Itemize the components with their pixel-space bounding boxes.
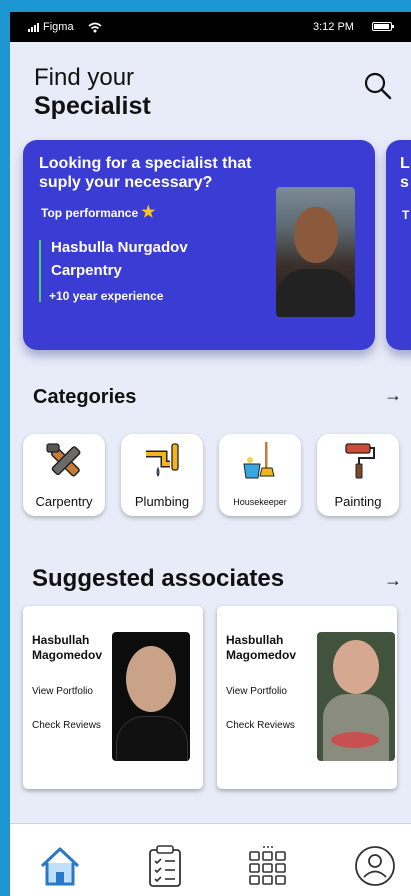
page-title-line2: Specialist <box>34 92 151 120</box>
status-bar: Figma 3:12 PM <box>10 12 411 42</box>
category-plumbing[interactable]: Plumbing <box>121 434 203 516</box>
profile-icon[interactable] <box>353 844 397 888</box>
specialist-trade: Carpentry <box>51 262 122 279</box>
suggested-title: Suggested associates <box>32 565 285 592</box>
associate-photo <box>317 632 395 761</box>
app-screen: Figma 3:12 PM Find your Specialist Looki… <box>10 12 411 896</box>
category-label: Plumbing <box>134 494 190 509</box>
status-time: 3:12 PM <box>313 21 354 33</box>
battery-icon <box>372 22 394 31</box>
associate-card[interactable]: Hasbullah Magomedov View Portfolio Check… <box>217 606 397 789</box>
signal-icon <box>28 22 39 32</box>
specialist-experience: +10 year experience <box>49 289 164 303</box>
associate-name: Hasbullah Magomedov <box>226 633 297 662</box>
category-label: Housekeeper <box>233 497 287 507</box>
category-label: Carpentry <box>35 494 93 509</box>
bottom-nav <box>10 823 411 896</box>
banner-headline: Looking for a specialist that suply your… <box>39 155 252 191</box>
plumbing-icon <box>146 443 179 477</box>
banner-accent-line <box>39 240 41 302</box>
top-performance-label: Top performance <box>41 206 139 220</box>
page-title-line1: Find your <box>34 64 135 91</box>
categories-arrow-icon[interactable]: → <box>384 385 402 406</box>
next-card-peek-text-2: T <box>402 208 410 222</box>
paint-roller-icon <box>345 443 375 479</box>
specialist-photo <box>276 187 355 317</box>
wifi-icon <box>88 22 102 32</box>
housekeeper-icon <box>243 442 275 479</box>
featured-specialist-card[interactable]: Looking for a specialist that suply your… <box>23 140 375 350</box>
status-left: Figma <box>28 21 102 33</box>
search-icon[interactable] <box>362 70 394 102</box>
check-reviews-link[interactable]: Check Reviews <box>226 720 295 731</box>
check-reviews-link[interactable]: Check Reviews <box>32 720 101 731</box>
associate-photo <box>112 632 190 761</box>
featured-specialist-card-next[interactable]: Ls T <box>386 140 411 350</box>
specialist-name: Hasbulla Nurgadov <box>51 239 188 256</box>
associate-name: Hasbullah Magomedov <box>32 633 103 662</box>
top-performance-badge: Top performance ★ <box>41 204 156 221</box>
category-housekeeper[interactable]: Housekeeper <box>219 434 301 516</box>
associate-card[interactable]: Hasbullah Magomedov View Portfolio Check… <box>23 606 203 789</box>
checklist-icon[interactable] <box>143 844 187 888</box>
home-icon[interactable] <box>38 844 82 888</box>
carrier-label: Figma <box>43 21 74 33</box>
star-icon: ★ <box>141 204 156 221</box>
view-portfolio-link[interactable]: View Portfolio <box>32 686 93 697</box>
suggested-arrow-icon[interactable]: → <box>384 570 402 591</box>
carpentry-icon <box>46 443 81 477</box>
next-card-peek-text: Ls <box>400 155 410 191</box>
category-painting[interactable]: Painting <box>317 434 399 516</box>
view-portfolio-link[interactable]: View Portfolio <box>226 686 287 697</box>
categories-title: Categories <box>33 386 137 408</box>
grid-icon[interactable] <box>246 844 290 888</box>
category-carpentry[interactable]: Carpentry <box>23 434 105 516</box>
category-label: Painting <box>334 494 382 509</box>
